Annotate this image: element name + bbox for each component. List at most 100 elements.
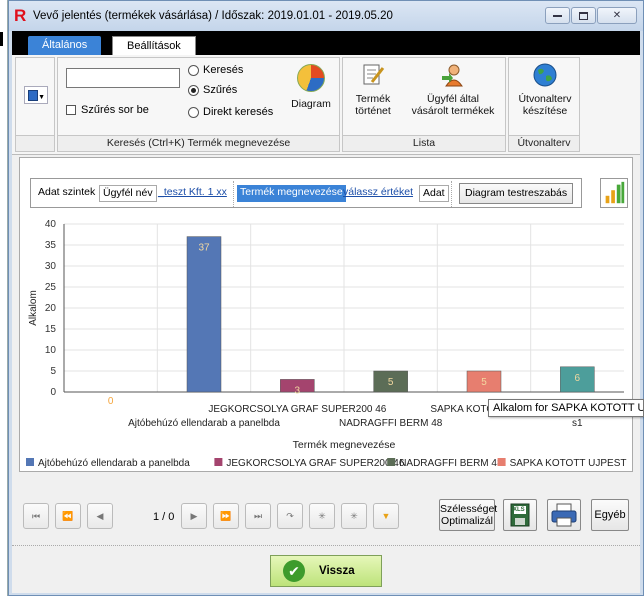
radio-direkt-kereses[interactable]: Direkt keresés [188,106,273,118]
printer-icon [551,503,577,527]
level-adat[interactable]: Adat [419,185,449,202]
nav-next-page-button[interactable]: ⏩ [213,503,239,529]
globe-icon [533,63,557,87]
close-icon: ✕ [612,9,622,21]
tab-beallitasok[interactable]: Beállítások [112,36,196,55]
other-button[interactable]: Egyéb [591,499,629,531]
bar [186,236,222,393]
bar-data-label: 37 [198,243,210,254]
legend-swatch [26,458,34,466]
radio-dot [188,64,199,76]
minimize-icon [553,14,562,17]
title-bar: R Vevő jelentés (termékek vásárlása) / I… [9,1,643,31]
back-button[interactable]: ✔ Vissza [270,555,382,587]
export-xls-button[interactable]: XLS [503,499,537,531]
nav-add-button[interactable]: ✳ [309,503,335,529]
document-icon [28,90,38,101]
page-info: 1 / 0 [153,511,175,523]
level-valassz-erteket[interactable]: válassz értéket [340,185,416,202]
window-title: Vevő jelentés (termékek vásárlása) / Idő… [33,10,393,22]
radio-dot [188,106,199,118]
radio-kereses-label: Keresés [203,64,244,76]
radio-direkt-label: Direkt keresés [203,106,274,118]
edge-marker [0,32,3,46]
utvonalterv-label-2: készítése [522,105,568,117]
ugyfel-label-1: Ügyfél által [427,93,479,105]
legend-entry: Ajtóbehúzó ellendarab a panelbda [38,458,190,469]
legend-entry: SAPKA KOTOTT UJPEST [510,458,627,469]
diagram-button[interactable]: Diagram [288,64,334,110]
edit-document-icon [363,64,385,85]
back-label: Vissza [319,565,355,577]
ribbon-group-options: ▼ [15,57,55,152]
nav-next-button[interactable]: ▶ [181,503,207,529]
data-levels-toolbar: Adat szintek Ügyfél név _teszt Kft. 1 xx… [30,178,582,208]
radio-kereses[interactable]: Keresés [188,64,243,76]
radio-dot-selected [188,84,199,96]
y-tick-label: 20 [45,303,57,314]
y-tick-label: 35 [45,240,57,251]
radio-szures[interactable]: Szűrés [188,84,237,96]
chart-tooltip: Alkalom for SAPKA KOTOTT UJPEST [488,399,644,417]
nav-prev-page-button[interactable]: ⏪ [55,503,81,529]
filter-row-checkbox[interactable]: Szűrés sor be [66,104,149,116]
record-navigator: ⏮ ⏪ ◀ 1 / 0 ▶ ⏩ ⏭ ↷ ✳ ✳ ▼ Szélességet Op… [19,497,633,539]
diagram-customize-button[interactable]: Diagram testreszabás [459,183,574,204]
nav-last-button[interactable]: ⏭ [245,503,271,529]
y-tick-label: 15 [45,324,57,335]
y-axis-title: Alkalom [28,290,39,326]
options-dropdown-button[interactable]: ▼ [24,86,48,104]
minimize-button[interactable] [545,7,570,24]
ribbon-group-label-empty [16,135,54,151]
level-termek-megnevezese[interactable]: Termék megnevezése [237,185,346,202]
lista-group-label: Lista [343,135,505,151]
ribbon-group-lista: Termék történet Ügyfél által vásárolt te… [342,57,506,152]
window-client: Általános Beállítások ▼ Szűrés sor be Ke… [12,31,644,593]
dropdown-arrow-icon: ▼ [38,94,45,101]
nav-first-button[interactable]: ⏮ [23,503,49,529]
bar-data-label: 3 [295,385,301,396]
close-button[interactable]: ✕ [597,7,637,24]
footer-divider [12,545,640,546]
nav-filter-button[interactable]: ▼ [373,503,399,529]
optimize-label-2: Optimalizál [441,515,493,527]
optimize-label-1: Szélességet [440,503,498,515]
diagram-label: Diagram [291,98,331,110]
app-logo-icon: R [14,6,27,25]
ugyfel-vasarolt-button[interactable]: Ügyfél által vásárolt termékek [403,62,503,117]
tab-bar: Általános Beállítások [12,31,640,55]
level-teszt-kft[interactable]: _teszt Kft. 1 xx [155,185,230,202]
maximize-icon [579,11,588,20]
y-tick-label: 30 [45,261,57,272]
optimize-width-button[interactable]: Szélességet Optimalizál [439,499,498,531]
bar-data-label: 5 [388,377,394,388]
x-tick-label: NADRAGFFI BERM 48 [339,418,443,429]
print-button[interactable] [547,499,581,531]
nav-add-filter-button[interactable]: ✳ [341,503,367,529]
data-levels-prefix: Adat szintek [38,186,96,198]
nav-refresh-button[interactable]: ↷ [277,503,303,529]
ribbon: ▼ Szűrés sor be Keresés Szűrés Direkt ke… [12,55,640,155]
y-tick-label: 5 [50,366,56,377]
utvonalterv-button[interactable]: Útvonalterv készítése [513,62,577,117]
termek-tortenet-button[interactable]: Termék történet [349,62,397,117]
customer-product-icon [442,64,463,87]
utvonalterv-label-1: Útvonalterv [518,93,572,105]
pie-chart-icon [297,64,325,92]
bar-data-label: 6 [575,373,581,384]
chart-panel: Adat szintek Ügyfél név _teszt Kft. 1 xx… [19,157,633,472]
filter-row-label: Szűrés sor be [81,104,149,116]
tab-altalanos[interactable]: Általános [28,36,102,55]
toolbar-separator [233,181,234,207]
legend-entry: NADRAGFFI BERM 48 [399,458,503,469]
maximize-button[interactable] [571,7,596,24]
xls-label: XLS [513,507,525,513]
search-input[interactable] [66,68,180,88]
bar-data-label: 5 [481,377,487,388]
bar-data-label: 0 [108,396,114,407]
nav-prev-button[interactable]: ◀ [87,503,113,529]
level-ugyfel-nev[interactable]: Ügyfél név [99,185,157,202]
legend-entry: JEGKORCSOLYA GRAF SUPER200 46 [226,458,404,469]
ugyfel-label-2: vásárolt termékek [411,105,495,117]
bar-chart-icon[interactable] [600,178,628,208]
